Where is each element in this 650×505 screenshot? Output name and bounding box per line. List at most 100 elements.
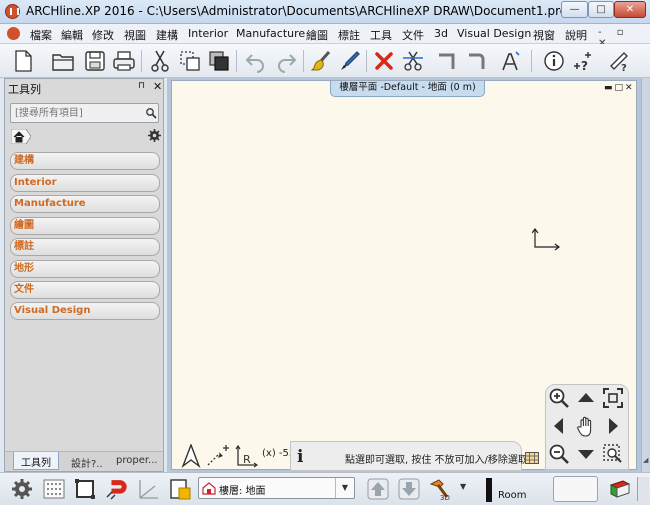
category-document[interactable]: 文件 [10, 281, 160, 299]
gear-icon[interactable] [148, 129, 161, 142]
save-icon[interactable] [83, 49, 107, 73]
zoom-window-icon[interactable] [602, 443, 624, 465]
corner-round-icon[interactable] [466, 49, 490, 73]
settings-gear-icon[interactable] [10, 477, 34, 501]
measure-icon[interactable]: ? [607, 49, 631, 74]
pan-down-icon[interactable] [575, 443, 597, 465]
tab-properties[interactable]: proper... [116, 455, 158, 466]
menu-help[interactable]: 說明 [565, 27, 587, 43]
navigation-widget [545, 384, 629, 470]
search-box[interactable] [10, 103, 159, 123]
category-drawing[interactable]: 繪圖 [10, 217, 160, 235]
title-bar: ARCHline.XP 2016 - C:\Users\Administrato… [0, 0, 650, 24]
menu-interior[interactable]: Interior [188, 27, 228, 40]
menu-manufacture[interactable]: Manufacture [236, 27, 305, 40]
pan-up-icon[interactable] [575, 387, 597, 409]
window-title: ARCHline.XP 2016 - C:\Users\Administrato… [26, 4, 568, 18]
app-window: ARCHline.XP 2016 - C:\Users\Administrato… [0, 0, 650, 505]
category-visual-design[interactable]: Visual Design [10, 302, 160, 320]
room-marker [486, 478, 492, 502]
delete-icon[interactable] [372, 49, 396, 73]
zoom-extents-icon[interactable] [602, 387, 624, 409]
category-manufacture[interactable]: Manufacture [10, 195, 160, 213]
maximize-button[interactable]: □ [588, 1, 614, 18]
panel-close-icon[interactable]: ✕ [153, 80, 162, 93]
search-input[interactable] [15, 106, 135, 120]
menu-modify[interactable]: 修改 [92, 27, 114, 43]
grid-icon[interactable] [42, 477, 66, 501]
room-field[interactable] [553, 476, 598, 502]
expand-caret-icon[interactable]: ◢ [643, 456, 648, 464]
toolbar-separator [303, 50, 304, 72]
menu-window[interactable]: 視窗 [533, 27, 555, 43]
toolbox-panel: 工具列 ⊓ ✕ 建構 Interior Manufacture 繪圖 標註 地形… [4, 78, 164, 472]
floor-down-icon[interactable] [397, 477, 421, 501]
menu-visual-design[interactable]: Visual Design [457, 27, 531, 40]
3d-hammer-icon[interactable]: 3D [428, 477, 452, 502]
relative-coords-icon[interactable]: R [234, 444, 258, 468]
bottombar-overflow[interactable] [637, 477, 649, 501]
layer-properties-icon[interactable] [168, 477, 192, 501]
right-scroll-strip[interactable]: ◢ [641, 78, 650, 472]
frame-icon[interactable] [73, 477, 97, 501]
north-arrow-icon[interactable] [180, 444, 202, 468]
menu-bar: 檔案 編輯 修改 視圖 建構 Interior Manufacture 繪圖 標… [0, 24, 650, 49]
menu-build[interactable]: 建構 [156, 27, 178, 43]
home-icon[interactable] [11, 129, 31, 144]
toolbar-separator [141, 50, 142, 72]
menu-view[interactable]: 視圖 [124, 27, 146, 43]
magnet-snap-icon[interactable] [104, 477, 128, 501]
app-menu-icon[interactable] [7, 27, 20, 40]
menu-tools[interactable]: 工具 [370, 27, 392, 43]
open-folder-icon[interactable] [51, 49, 75, 73]
book-library-icon[interactable] [608, 477, 632, 501]
floor-up-icon[interactable] [366, 477, 390, 501]
cut-icon[interactable] [148, 49, 172, 73]
grid-toggle-icon[interactable] [525, 452, 539, 464]
tab-design[interactable]: 設計?.. [71, 455, 103, 470]
view-window-controls[interactable]: ▬□✕ [604, 83, 635, 93]
snap-add-icon[interactable] [206, 445, 230, 467]
redo-icon[interactable] [274, 49, 298, 73]
tab-toolbox[interactable]: 工具列 [13, 452, 59, 470]
layer-dropdown[interactable]: 樓層: 地面 ▼ [198, 477, 355, 499]
zoom-in-icon[interactable] [548, 387, 570, 409]
corner-icon[interactable] [436, 49, 460, 73]
menu-dimension[interactable]: 標註 [338, 27, 360, 43]
status-info-bar: i 點選即可選取, 按住 不放可加入/移除選取 [290, 441, 539, 471]
info-icon[interactable] [542, 49, 566, 73]
search-icon[interactable] [145, 107, 157, 119]
pin-icon[interactable]: ⊓ [138, 81, 145, 91]
brush-icon[interactable] [309, 49, 333, 73]
pan-hand-icon[interactable] [575, 415, 597, 437]
close-button[interactable]: ✕ [614, 1, 646, 18]
text-style-icon[interactable] [498, 49, 522, 73]
menu-document[interactable]: 文件 [402, 27, 424, 43]
pan-left-icon[interactable] [548, 415, 570, 437]
category-dimension[interactable]: 標註 [10, 238, 160, 256]
menu-edit[interactable]: 編輯 [61, 27, 83, 43]
eyedropper-icon[interactable] [338, 49, 362, 73]
ortho-angle-icon[interactable] [137, 477, 161, 501]
undo-icon[interactable] [244, 49, 268, 73]
category-terrain[interactable]: 地形 [10, 260, 160, 278]
category-interior[interactable]: Interior [10, 174, 160, 192]
print-icon[interactable] [112, 49, 136, 73]
3d-options-chevron-icon[interactable]: ▼ [460, 482, 466, 491]
trim-icon[interactable] [401, 49, 425, 73]
chevron-down-icon[interactable]: ▼ [335, 478, 354, 498]
menu-3d[interactable]: 3d [434, 27, 448, 40]
minimize-button[interactable]: — [561, 1, 588, 18]
menu-file[interactable]: 檔案 [30, 27, 52, 43]
query-icon[interactable]: ? [571, 49, 595, 73]
svg-text:R: R [243, 453, 251, 466]
copy-icon[interactable] [178, 49, 202, 73]
zoom-out-icon[interactable] [548, 443, 570, 465]
menu-drawing[interactable]: 繪圖 [306, 27, 328, 43]
paste-icon[interactable] [207, 49, 231, 73]
category-build[interactable]: 建構 [10, 152, 160, 170]
drawing-canvas[interactable]: 樓層平面 -Default - 地面 (0 m) ▬□✕ R (x) -55 i… [171, 80, 637, 471]
new-file-icon[interactable] [11, 49, 35, 73]
pan-right-icon[interactable] [602, 415, 624, 437]
drawing-area: 樓層平面 -Default - 地面 (0 m) ▬□✕ R (x) -55 i… [167, 78, 641, 472]
